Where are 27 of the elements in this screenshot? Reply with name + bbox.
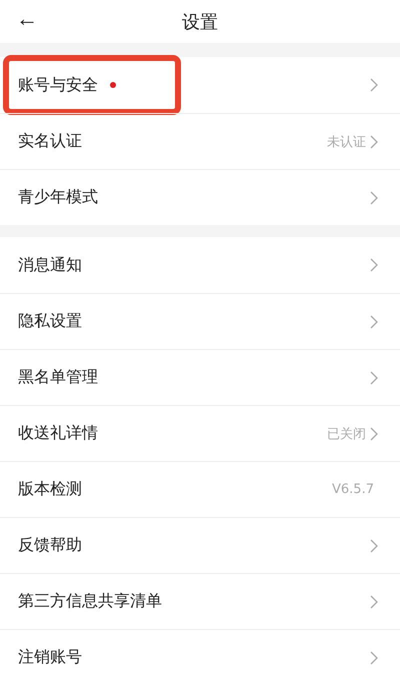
row-label: 青少年模式: [18, 187, 98, 208]
row-value: 已关闭: [327, 426, 366, 442]
row-label: 反馈帮助: [18, 535, 82, 556]
settings-row[interactable]: 黑名单管理: [0, 349, 400, 405]
back-button[interactable]: ←: [12, 4, 42, 34]
row-label: 版本检测: [18, 479, 82, 500]
settings-row[interactable]: 实名认证 未认证: [0, 113, 400, 169]
row-value: 未认证: [327, 134, 366, 150]
settings-row[interactable]: 第三方信息共享清单: [0, 573, 400, 629]
settings-row[interactable]: 青少年模式: [0, 169, 400, 225]
row-label: 注销账号: [18, 647, 82, 668]
row-label: 收送礼详情: [18, 423, 98, 444]
row-label: 第三方信息共享清单: [18, 591, 162, 612]
row-value: V6.5.7: [332, 482, 374, 497]
row-label: 隐私设置: [18, 311, 82, 332]
settings-row[interactable]: 隐私设置: [0, 293, 400, 349]
settings-row[interactable]: 注销账号: [0, 629, 400, 679]
row-label: 消息通知: [18, 254, 82, 276]
row-label: 实名认证: [18, 131, 82, 152]
row-label: 账号与安全: [18, 74, 98, 96]
settings-row[interactable]: 账号与安全: [0, 57, 400, 113]
settings-row[interactable]: 版本检测 V6.5.7: [0, 461, 400, 517]
page-title: 设置: [182, 10, 218, 34]
row-label: 黑名单管理: [18, 367, 98, 388]
settings-row[interactable]: 收送礼详情 已关闭: [0, 405, 400, 461]
settings-row[interactable]: 消息通知: [0, 237, 400, 293]
settings-row[interactable]: 反馈帮助: [0, 517, 400, 573]
